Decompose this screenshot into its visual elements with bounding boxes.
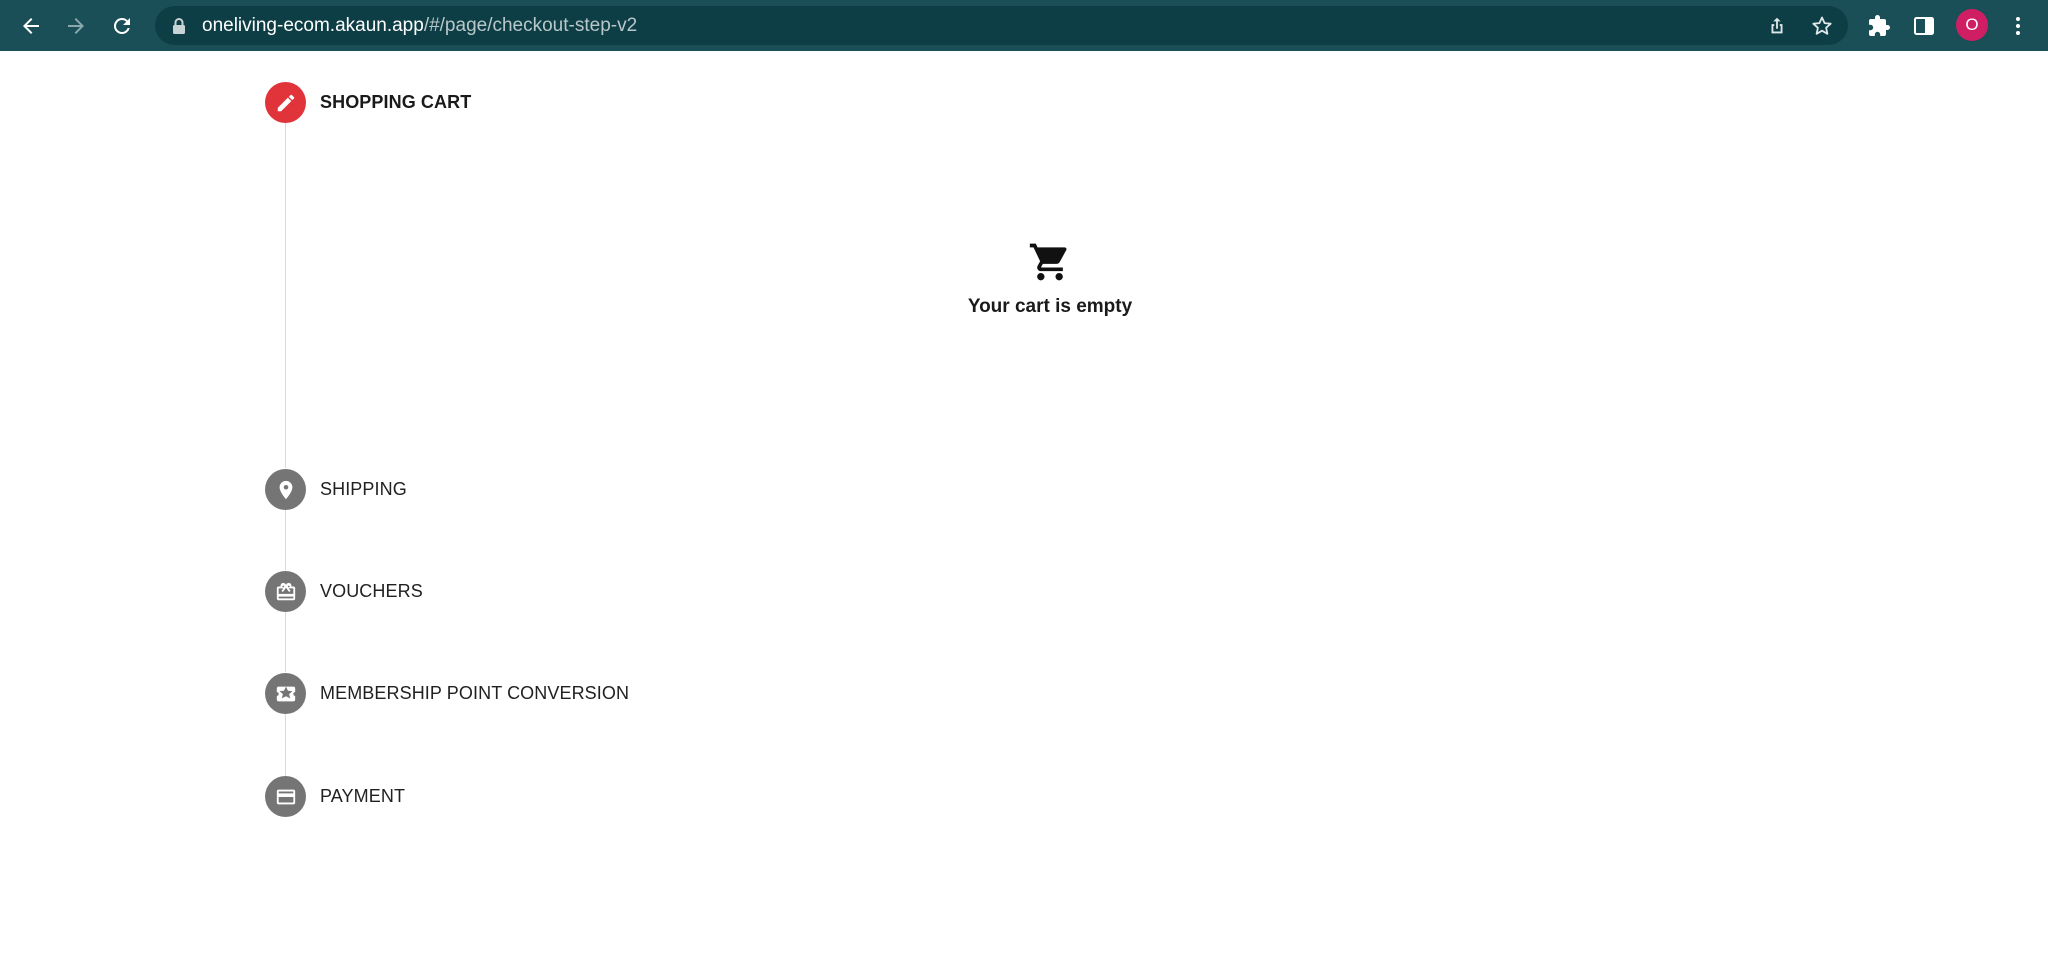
share-button[interactable] [1764,13,1790,39]
step-label: SHIPPING [320,479,407,499]
stepper-connector [285,612,286,672]
credit-card-icon [276,789,295,804]
step-label: PAYMENT [320,786,406,806]
step-membership-point-conversion[interactable]: MEMBERSHIP POINT CONVERSION [265,673,629,714]
step-indicator [265,469,306,510]
extensions-button[interactable] [1864,11,1894,41]
url-text[interactable]: oneliving-ecom.akaun.app/#/page/checkout… [202,6,637,45]
empty-cart-message: Your cart is empty [967,296,1133,317]
bookmark-button[interactable] [1809,13,1835,39]
step-indicator [265,776,306,817]
shopping-cart-icon [1029,243,1067,281]
url-host: oneliving-ecom.akaun.app [202,15,424,36]
star-icon [1812,16,1832,35]
step-shopping-cart[interactable]: SHOPPING CART [265,82,471,123]
browser-menu-button[interactable] [2003,11,2033,41]
stepper-connector [285,123,286,468]
stepper-connector [285,714,286,776]
side-panel-icon [1914,17,1934,35]
empty-cart-panel: Your cart is empty [900,240,1200,318]
location-pin-icon [279,480,292,499]
share-icon [1771,17,1783,34]
step-label: SHOPPING CART [320,92,472,112]
address-bar[interactable]: oneliving-ecom.akaun.app/#/page/checkout… [155,6,1848,45]
profile-avatar[interactable]: O [1956,9,1988,41]
url-path: /#/page/checkout-step-v2 [423,15,638,36]
step-label: VOUCHERS [320,581,423,601]
forward-arrow-icon [68,18,84,34]
step-payment[interactable]: PAYMENT [265,776,405,817]
step-vouchers[interactable]: VOUCHERS [265,571,423,612]
lock-icon [173,18,185,34]
back-button[interactable] [13,8,49,44]
step-indicator [265,673,306,714]
forward-button[interactable] [58,8,94,44]
back-arrow-icon [23,18,39,34]
stepper-connector [285,510,286,570]
puzzle-icon [1869,15,1890,36]
pencil-icon [277,94,294,111]
step-shipping[interactable]: SHIPPING [265,469,407,510]
side-panel-button[interactable] [1909,11,1939,41]
reload-button[interactable] [104,8,140,44]
star-ticket-icon [276,686,295,701]
browser-toolbar: oneliving-ecom.akaun.app/#/page/checkout… [0,0,2048,51]
step-indicator [265,571,306,612]
reload-icon [113,17,130,34]
kebab-menu-icon [2016,17,2020,35]
step-indicator [265,82,306,123]
gift-card-icon [276,582,295,600]
step-label: MEMBERSHIP POINT CONVERSION [320,683,630,703]
